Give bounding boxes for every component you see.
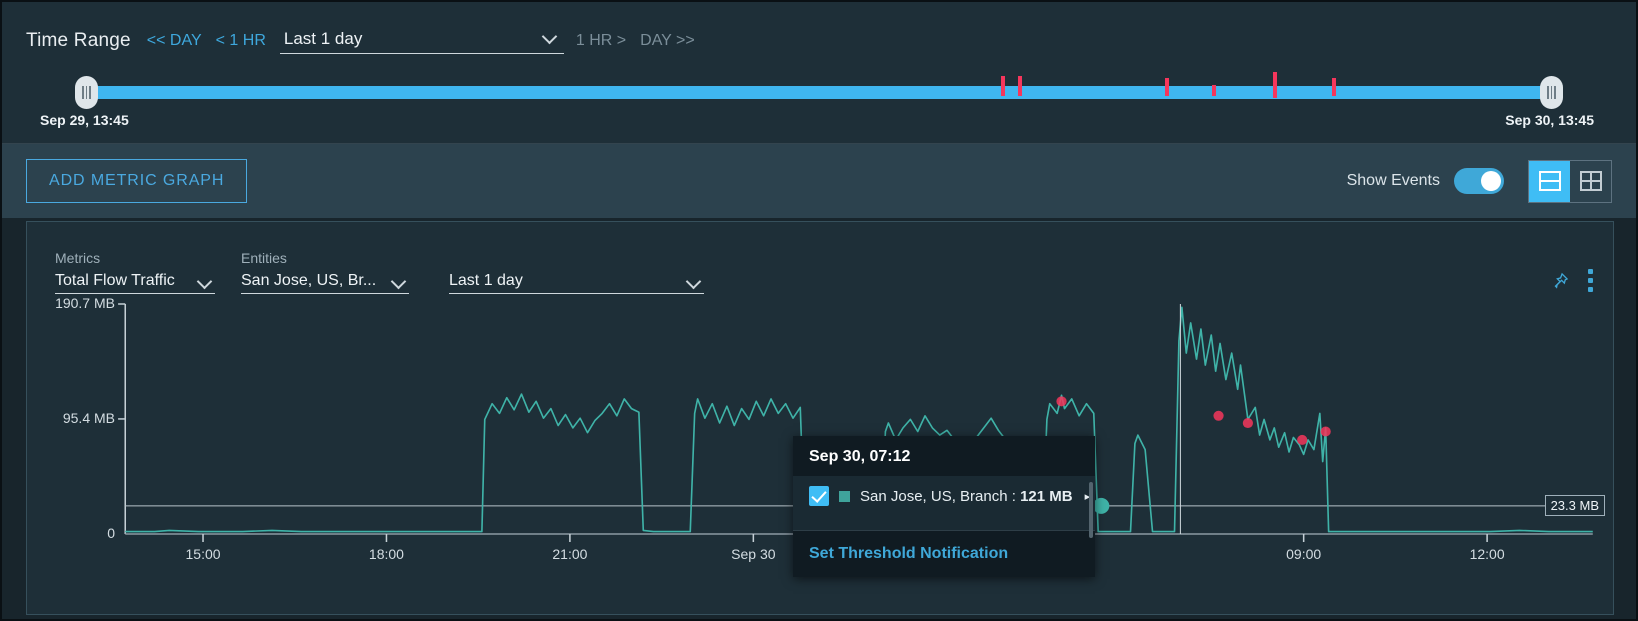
- tooltip-separator: :: [1007, 487, 1021, 505]
- toggle-knob: [1481, 171, 1501, 191]
- x-axis-tick-label: 15:00: [185, 546, 221, 562]
- time-range-select[interactable]: Last 1 day: [279, 28, 564, 54]
- metric-dashboard: Time Range << DAY < 1 HR Last 1 day 1 HR…: [0, 0, 1638, 621]
- metrics-select[interactable]: Total Flow Traffic: [55, 272, 215, 294]
- pin-button[interactable]: [1550, 271, 1570, 291]
- chevron-down-icon: [199, 276, 213, 285]
- show-events-toggle[interactable]: [1454, 168, 1504, 194]
- chevron-down-icon: [544, 31, 558, 40]
- chart-tooltip: Sep 30, 07:12 San Jose, US, Branch : 121…: [793, 436, 1095, 577]
- event-tick[interactable]: [1018, 76, 1023, 96]
- more-vertical-icon: [1588, 269, 1593, 292]
- anomaly-point[interactable]: [1056, 396, 1067, 407]
- time-range-title: Time Range: [26, 30, 131, 51]
- graph-range-select-value: Last 1 day: [449, 272, 523, 289]
- y-axis-tick-label: 95.4 MB: [62, 409, 115, 426]
- tooltip-timestamp: Sep 30, 07:12: [809, 448, 911, 465]
- x-axis-tick-label: 18:00: [368, 546, 404, 562]
- metrics-select-value: Total Flow Traffic: [55, 272, 175, 289]
- grid-layout-button[interactable]: [1570, 161, 1611, 202]
- x-axis-tick-label: Sep 30: [731, 546, 776, 562]
- graph-range-select[interactable]: Last 1 day: [449, 272, 704, 294]
- entities-select[interactable]: San Jose, US, Br...: [241, 272, 409, 294]
- graph-control-bar: Metrics Total Flow Traffic Entities San …: [27, 222, 1613, 294]
- tooltip-scrollbar[interactable]: [1089, 482, 1093, 538]
- event-tick[interactable]: [1164, 78, 1169, 96]
- card-actions: [1550, 269, 1613, 294]
- chevron-down-icon: [393, 276, 407, 285]
- chevron-down-icon: [688, 276, 702, 285]
- event-tick[interactable]: [1273, 72, 1278, 98]
- add-metric-graph-button[interactable]: ADD METRIC GRAPH: [26, 159, 248, 203]
- tooltip-value: 121 MB: [1020, 487, 1073, 505]
- threshold-label[interactable]: 23.3 MB: [1544, 494, 1605, 516]
- time-range-select-value: Last 1 day: [283, 28, 363, 48]
- time-range-header: Time Range << DAY < 1 HR Last 1 day 1 HR…: [2, 2, 1636, 58]
- event-tick[interactable]: [1211, 85, 1216, 96]
- graph-range-control: Last 1 day: [449, 272, 704, 294]
- x-axis-tick-label: 21:00: [552, 546, 588, 562]
- split-layout-icon: [1538, 171, 1561, 191]
- anomaly-point[interactable]: [1242, 418, 1254, 429]
- next-day-button[interactable]: DAY >>: [640, 32, 695, 50]
- pin-icon: [1554, 272, 1569, 289]
- prev-hour-button[interactable]: < 1 HR: [216, 32, 266, 50]
- prev-day-button[interactable]: << DAY: [147, 32, 202, 50]
- time-range-panel: Time Range << DAY < 1 HR Last 1 day 1 HR…: [2, 2, 1636, 144]
- metrics-label: Metrics: [55, 250, 101, 266]
- event-tick[interactable]: [1000, 76, 1005, 96]
- range-end-label: Sep 30, 13:45: [1505, 112, 1594, 128]
- anomaly-point[interactable]: [1213, 410, 1224, 421]
- entities-control: Entities San Jose, US, Br...: [241, 250, 409, 294]
- x-axis-tick-label: 12:00: [1469, 546, 1505, 562]
- metric-graph-card: Metrics Total Flow Traffic Entities San …: [26, 221, 1614, 615]
- entities-select-value: San Jose, US, Br...: [241, 272, 377, 289]
- tooltip-series-checkbox[interactable]: [809, 486, 829, 506]
- metrics-control: Metrics Total Flow Traffic: [55, 250, 215, 294]
- tooltip-body: San Jose, US, Branch : 121 MB ▸: [793, 476, 1095, 538]
- grid-layout-icon: [1579, 171, 1602, 191]
- tooltip-series-text: San Jose, US, Branch : 121 MB: [860, 488, 1073, 505]
- hover-point[interactable]: [1092, 497, 1110, 514]
- tooltip-entity-name: San Jose, US, Branch: [860, 487, 1008, 505]
- split-layout-button[interactable]: [1529, 160, 1570, 202]
- tooltip-series-row[interactable]: San Jose, US, Branch : 121 MB ▸: [809, 486, 1090, 506]
- time-range-slider[interactable]: Sep 29, 13:45 Sep 30, 13:45: [40, 70, 1594, 128]
- layout-button-group: [1528, 159, 1612, 203]
- more-menu-button[interactable]: [1588, 269, 1593, 292]
- range-start-label: Sep 29, 13:45: [40, 112, 129, 128]
- next-hour-button[interactable]: 1 HR >: [576, 32, 626, 50]
- tooltip-footer: Set Threshold Notification: [793, 530, 1095, 577]
- y-axis-tick-label: 190.7 MB: [55, 295, 115, 311]
- anomaly-point[interactable]: [1297, 434, 1308, 445]
- graph-toolbar: ADD METRIC GRAPH Show Events: [2, 144, 1636, 218]
- toolbar-right-group: Show Events: [1346, 159, 1612, 203]
- tooltip-series-swatch: [839, 490, 850, 502]
- entities-label: Entities: [241, 250, 287, 266]
- anomaly-point[interactable]: [1320, 426, 1331, 437]
- y-axis-tick-label: 0: [107, 525, 115, 541]
- set-threshold-notification-link[interactable]: Set Threshold Notification: [809, 545, 1008, 562]
- slider-handle-end[interactable]: [1540, 76, 1563, 109]
- show-events-label: Show Events: [1346, 172, 1440, 189]
- event-tick[interactable]: [1332, 78, 1337, 96]
- x-axis-tick-label: 09:00: [1286, 546, 1322, 562]
- slider-handle-start[interactable]: [75, 76, 98, 109]
